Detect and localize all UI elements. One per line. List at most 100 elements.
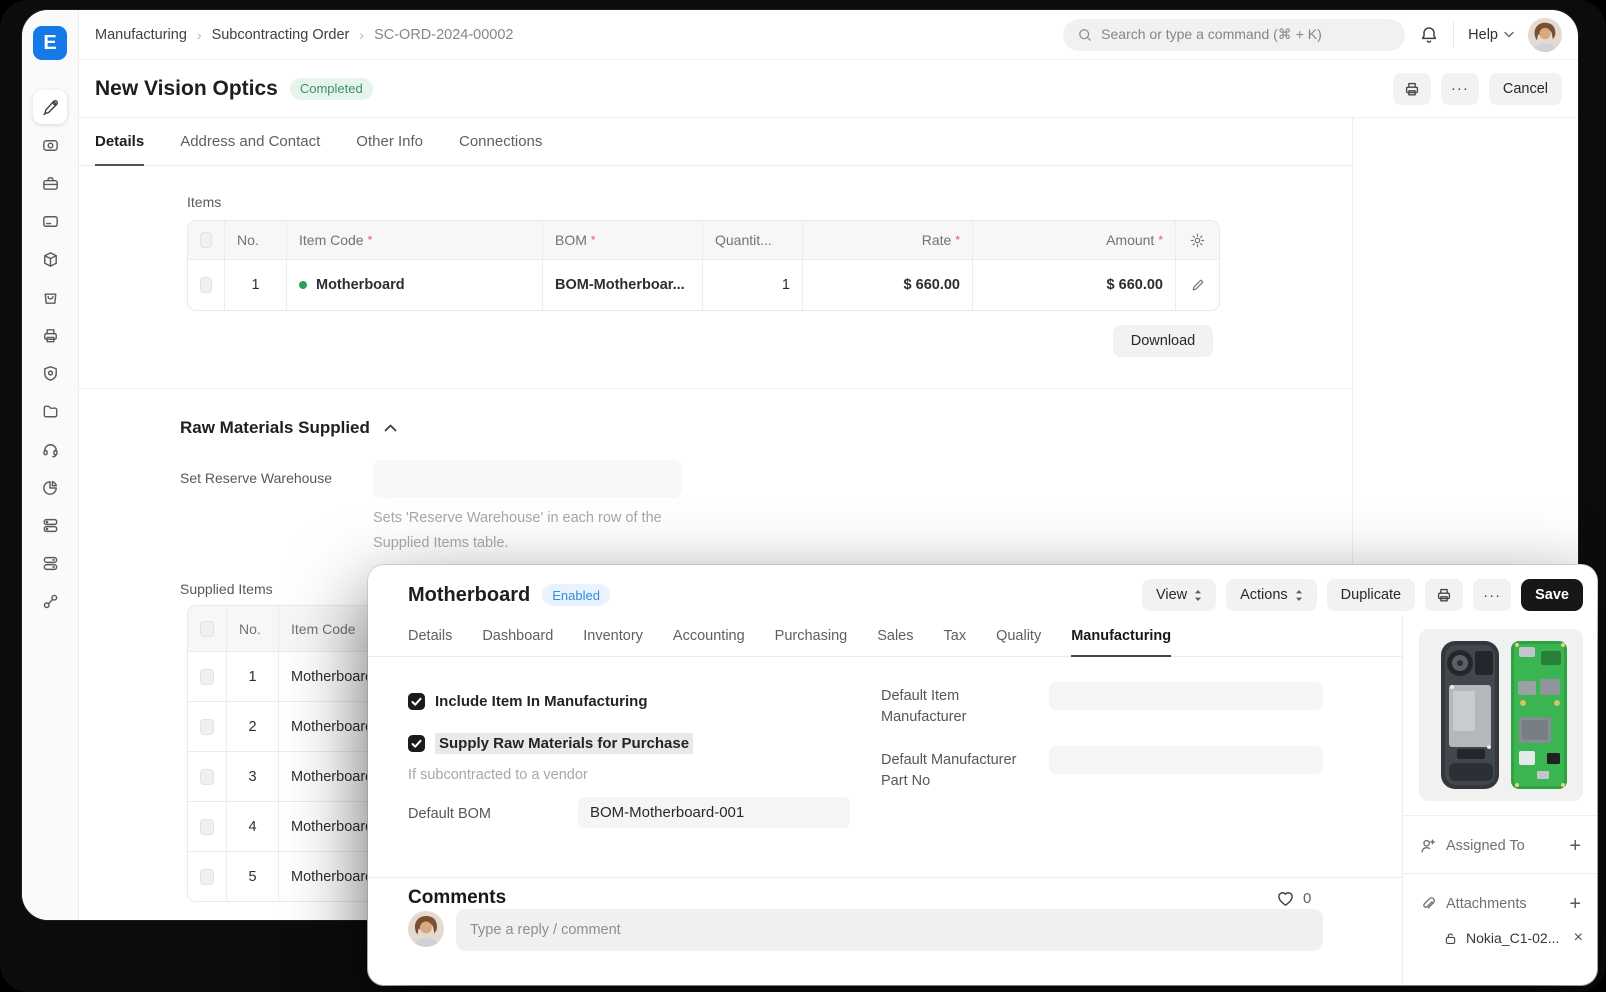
sidebar-item-toolbox[interactable]	[33, 166, 67, 200]
heart-icon[interactable]	[1276, 889, 1295, 907]
tab-quality[interactable]: Quality	[996, 615, 1041, 656]
modal-header: Motherboard Enabled View Actions Duplica…	[368, 565, 1597, 615]
cell-item-code[interactable]: Motherboard	[316, 277, 405, 293]
tab-details[interactable]: Details	[408, 615, 452, 656]
reserve-warehouse-input[interactable]	[373, 460, 682, 498]
add-attachment-button[interactable]: +	[1569, 893, 1581, 916]
tab-details[interactable]: Details	[95, 118, 145, 166]
items-table-row[interactable]: 1 Motherboard BOM-Motherboar... 1 $ 660.…	[188, 259, 1219, 310]
document-header: New Vision Optics Completed ··· Cancel	[78, 60, 1578, 118]
sidebar-item-print[interactable]	[33, 318, 67, 352]
col-rate: Rate	[921, 232, 952, 248]
sidebar-item-monitoring[interactable]	[33, 128, 67, 162]
download-button[interactable]: Download	[1113, 325, 1213, 357]
sidebar-item-selling[interactable]	[33, 280, 67, 314]
select-all-checkbox[interactable]	[200, 620, 214, 637]
sidebar-item-quality[interactable]	[33, 356, 67, 390]
breadcrumb: Manufacturing › Subcontracting Order › S…	[95, 27, 514, 43]
sidebar-item-integrations[interactable]	[33, 584, 67, 618]
item-modal: Motherboard Enabled View Actions Duplica…	[368, 565, 1597, 985]
search-input[interactable]: Search or type a command (⌘ + K)	[1063, 18, 1406, 51]
breadcrumb-doc-id[interactable]: SC-ORD-2024-00002	[374, 27, 513, 43]
tab-inventory[interactable]: Inventory	[583, 615, 643, 656]
app-logo[interactable]: E	[33, 26, 67, 60]
more-menu-button[interactable]: ···	[1473, 579, 1512, 611]
side-divider	[1403, 815, 1597, 816]
sidebar-item-support[interactable]	[33, 432, 67, 466]
chevron-up-icon[interactable]	[384, 424, 397, 432]
select-all-checkbox[interactable]	[200, 232, 212, 248]
required-marker: *	[955, 233, 960, 247]
duplicate-button[interactable]: Duplicate	[1326, 579, 1416, 611]
gear-icon[interactable]	[1189, 232, 1206, 249]
sidebar-item-database[interactable]	[33, 546, 67, 580]
cell-bom[interactable]: BOM-Motherboar...	[555, 277, 685, 293]
tab-address-and-contact[interactable]: Address and Contact	[180, 118, 320, 165]
user-avatar[interactable]	[1528, 17, 1562, 52]
save-button[interactable]: Save	[1521, 579, 1583, 611]
shopping-bag-icon	[44, 292, 56, 304]
row-checkbox[interactable]	[200, 277, 212, 293]
row-checkbox[interactable]	[200, 718, 214, 735]
row-checkbox[interactable]	[200, 868, 214, 885]
default-bom-input[interactable]: BOM-Motherboard-001	[578, 797, 850, 828]
default-manufacturer-part-no-input[interactable]	[1049, 746, 1323, 774]
supply-raw-checkbox-row[interactable]: Supply Raw Materials for Purchase	[408, 733, 694, 754]
actions-select[interactable]: Actions	[1226, 579, 1317, 611]
supply-raw-help: If subcontracted to a vendor	[408, 767, 588, 783]
headset-icon	[42, 443, 58, 457]
item-image[interactable]	[1419, 629, 1583, 801]
folder-icon	[43, 405, 57, 417]
tab-purchasing[interactable]: Purchasing	[775, 615, 848, 656]
sidebar-item-files[interactable]	[33, 394, 67, 428]
view-label: View	[1155, 587, 1188, 603]
bell-icon[interactable]	[1419, 25, 1439, 45]
edit-pencil-icon[interactable]	[1190, 277, 1206, 293]
checkbox-checked-icon[interactable]	[408, 693, 425, 710]
help-menu[interactable]: Help	[1468, 27, 1514, 43]
attachments-row: Attachments +	[1403, 887, 1597, 921]
topbar-divider	[1453, 21, 1455, 48]
remove-attachment-button[interactable]: ×	[1574, 929, 1583, 947]
breadcrumb-subcontracting-order[interactable]: Subcontracting Order	[212, 27, 350, 43]
tab-tax[interactable]: Tax	[944, 615, 967, 656]
lock-icon	[1445, 932, 1456, 944]
row-checkbox[interactable]	[200, 668, 214, 685]
sidebar-item-analytics[interactable]	[33, 470, 67, 504]
actions-label: Actions	[1240, 587, 1288, 603]
comment-placeholder: Type a reply / comment	[470, 922, 621, 938]
cell-item-code: Motherboard	[291, 768, 374, 785]
attachment-item[interactable]: Nokia_C1-02... ×	[1403, 923, 1597, 953]
cell-no: 3	[248, 768, 257, 785]
tab-manufacturing[interactable]: Manufacturing	[1071, 615, 1171, 657]
checkbox-checked-icon[interactable]	[408, 735, 425, 752]
tab-other-info[interactable]: Other Info	[356, 118, 423, 165]
cancel-button[interactable]: Cancel	[1488, 72, 1562, 105]
ellipsis-icon: ···	[1450, 80, 1469, 97]
default-item-manufacturer-input[interactable]	[1049, 682, 1323, 710]
required-marker: *	[590, 233, 596, 247]
document-tabs: Details Address and Contact Other Info C…	[78, 118, 1352, 166]
print-button[interactable]	[1392, 72, 1431, 105]
item-status-dot	[299, 281, 307, 289]
print-button[interactable]	[1425, 579, 1464, 611]
sidebar-item-tools[interactable]	[33, 90, 67, 124]
sidebar-item-card[interactable]	[33, 204, 67, 238]
tab-sales[interactable]: Sales	[877, 615, 913, 656]
breadcrumb-manufacturing[interactable]: Manufacturing	[95, 27, 187, 43]
add-assignment-button[interactable]: +	[1569, 835, 1581, 858]
row-checkbox[interactable]	[200, 768, 214, 785]
more-menu-button[interactable]: ···	[1440, 72, 1479, 105]
tab-accounting[interactable]: Accounting	[673, 615, 745, 656]
sidebar-item-servers[interactable]	[33, 508, 67, 542]
tab-dashboard[interactable]: Dashboard	[482, 615, 553, 656]
assigned-to-row: Assigned To +	[1403, 829, 1597, 863]
comment-input[interactable]: Type a reply / comment	[456, 909, 1323, 951]
tab-connections[interactable]: Connections	[459, 118, 542, 165]
row-checkbox[interactable]	[200, 818, 214, 835]
col-item-code: Item Code	[291, 620, 356, 637]
sidebar-item-stock[interactable]	[33, 242, 67, 276]
view-select[interactable]: View	[1141, 579, 1217, 611]
likes[interactable]: 0	[1276, 889, 1311, 907]
include-item-checkbox-row[interactable]: Include Item In Manufacturing	[408, 693, 648, 710]
